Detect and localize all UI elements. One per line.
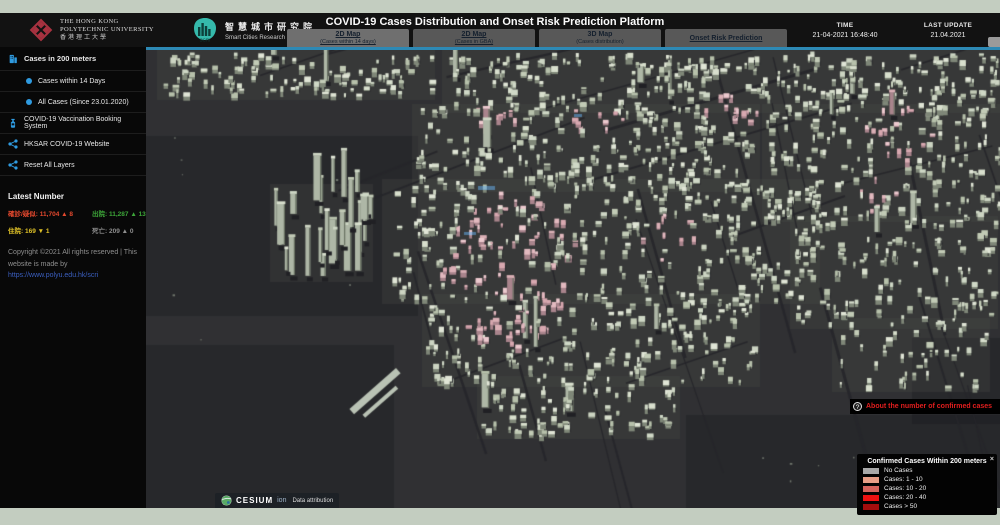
cesium-logo-icon	[221, 495, 232, 506]
sidebar-item-reset-layers[interactable]: Reset All Layers	[0, 155, 146, 176]
sidebar-item-label: HKSAR COVID-19 Website	[24, 141, 109, 148]
polyu-name-line1: THE HONG KONG	[60, 18, 154, 26]
legend-item: Cases: 1 - 10	[863, 476, 991, 483]
header: THE HONG KONG POLYTECHNIC UNIVERSITY 香港理…	[0, 13, 1000, 47]
copyright-text: Copyright ©2021 All rights reserved | Th…	[8, 247, 138, 271]
time-label: TIME	[790, 22, 900, 29]
polyu-brand: THE HONG KONG POLYTECHNIC UNIVERSITY 香港理…	[28, 17, 154, 43]
share-icon	[8, 160, 18, 170]
stat-deaths: 死亡: 209 ▲ 0	[92, 225, 134, 235]
legend-close-icon[interactable]: ×	[990, 456, 994, 463]
last-update-value: 21.04.2021	[902, 32, 994, 39]
legend-item: Cases > 50	[863, 503, 991, 510]
legend-title: Confirmed Cases Within 200 meters	[867, 458, 986, 465]
latest-number-panel: Latest Number 確診/疑似: 11,704 ▲ 8 出院: 11,2…	[0, 192, 146, 235]
scri-logo-icon: SCRI	[192, 17, 218, 43]
sidebar: Cases in 200 meters Cases within 14 Days…	[0, 47, 146, 508]
sidebar-item-label: Reset All Layers	[24, 162, 75, 169]
legend-item: Cases: 10 - 20	[863, 485, 991, 492]
last-update-label: LAST UPDATE	[902, 22, 994, 29]
sidebar-item-all-cases[interactable]: All Cases (Since 23.01.2020)	[0, 92, 146, 113]
sidebar-item-cases-14days[interactable]: Cases within 14 Days	[0, 71, 146, 92]
share-icon	[8, 139, 18, 149]
polyu-name-line2: POLYTECHNIC UNIVERSITY	[60, 26, 154, 34]
dot-icon	[26, 99, 32, 105]
sidebar-item-label: Cases within 14 Days	[38, 78, 105, 85]
legend-swatch	[863, 486, 879, 492]
sidebar-item-vaccination-booking[interactable]: COVID-19 Vaccination Booking System	[0, 113, 146, 134]
buildings-icon	[8, 54, 18, 64]
data-attribution-link[interactable]: Data attribution	[292, 498, 333, 504]
sidebar-item-label: COVID-19 Vaccination Booking System	[24, 116, 138, 130]
stat-hospitalized: 住院: 169 ▼ 1	[8, 225, 88, 235]
tab-3d-map[interactable]: 3D Map (Cases distribution)	[539, 29, 661, 47]
map-container[interactable]: ? About the number of confirmed cases Co…	[146, 47, 1000, 508]
partial-tab[interactable]	[988, 37, 1000, 47]
map-3d-view[interactable]	[146, 50, 1000, 508]
tab-onset-risk-prediction[interactable]: Onset Risk Prediction	[665, 29, 787, 47]
vaccine-icon	[8, 118, 18, 128]
scri-link[interactable]: https://www.polyu.edu.hk/scri	[8, 272, 138, 279]
legend-item: Cases: 20 - 40	[863, 494, 991, 501]
polyu-logo-icon	[28, 17, 54, 43]
svg-text:SCRI: SCRI	[200, 38, 211, 43]
last-update-display: LAST UPDATE 21.04.2021	[902, 22, 994, 39]
time-display: TIME 21-04-2021 16:48:40	[790, 22, 900, 39]
latest-number-heading: Latest Number	[8, 192, 138, 201]
about-confirmed-cases-note[interactable]: ? About the number of confirmed cases	[850, 399, 1000, 414]
about-note-text: About the number of confirmed cases	[866, 403, 992, 410]
sidebar-item-hksar-website[interactable]: HKSAR COVID-19 Website	[0, 134, 146, 155]
polyu-name-zh: 香港理工大學	[60, 35, 154, 42]
legend-swatch	[863, 477, 879, 483]
legend-panel: Confirmed Cases Within 200 meters × No C…	[857, 454, 997, 515]
stat-confirmed: 確診/疑似: 11,704 ▲ 8	[8, 208, 88, 218]
legend-swatch	[863, 504, 879, 510]
help-icon[interactable]: ?	[853, 402, 862, 411]
legend-swatch	[863, 495, 879, 501]
legend-swatch	[863, 468, 879, 474]
legend-item: No Cases	[863, 467, 991, 474]
app-window: THE HONG KONG POLYTECHNIC UNIVERSITY 香港理…	[0, 0, 1000, 525]
sidebar-item-label: All Cases (Since 23.01.2020)	[38, 99, 129, 106]
tab-2d-map-14days[interactable]: 2D Map (Cases within 14 days)	[287, 29, 409, 47]
sidebar-item-label: Cases in 200 meters	[24, 54, 96, 63]
page-title: COVID-19 Cases Distribution and Onset Ri…	[300, 16, 690, 28]
stat-discharged: 出院: 11,287 ▲ 13	[92, 208, 146, 218]
tab-2d-map-gba[interactable]: 2D Map (Cases in GBA)	[413, 29, 535, 47]
dot-icon	[26, 78, 32, 84]
sidebar-item-cases-200m[interactable]: Cases in 200 meters	[0, 47, 146, 71]
cesium-attribution[interactable]: CESIUM ion Data attribution	[215, 493, 339, 508]
tab-bar: 2D Map (Cases within 14 days) 2D Map (Ca…	[287, 29, 787, 47]
time-value: 21-04-2021 16:48:40	[790, 32, 900, 39]
